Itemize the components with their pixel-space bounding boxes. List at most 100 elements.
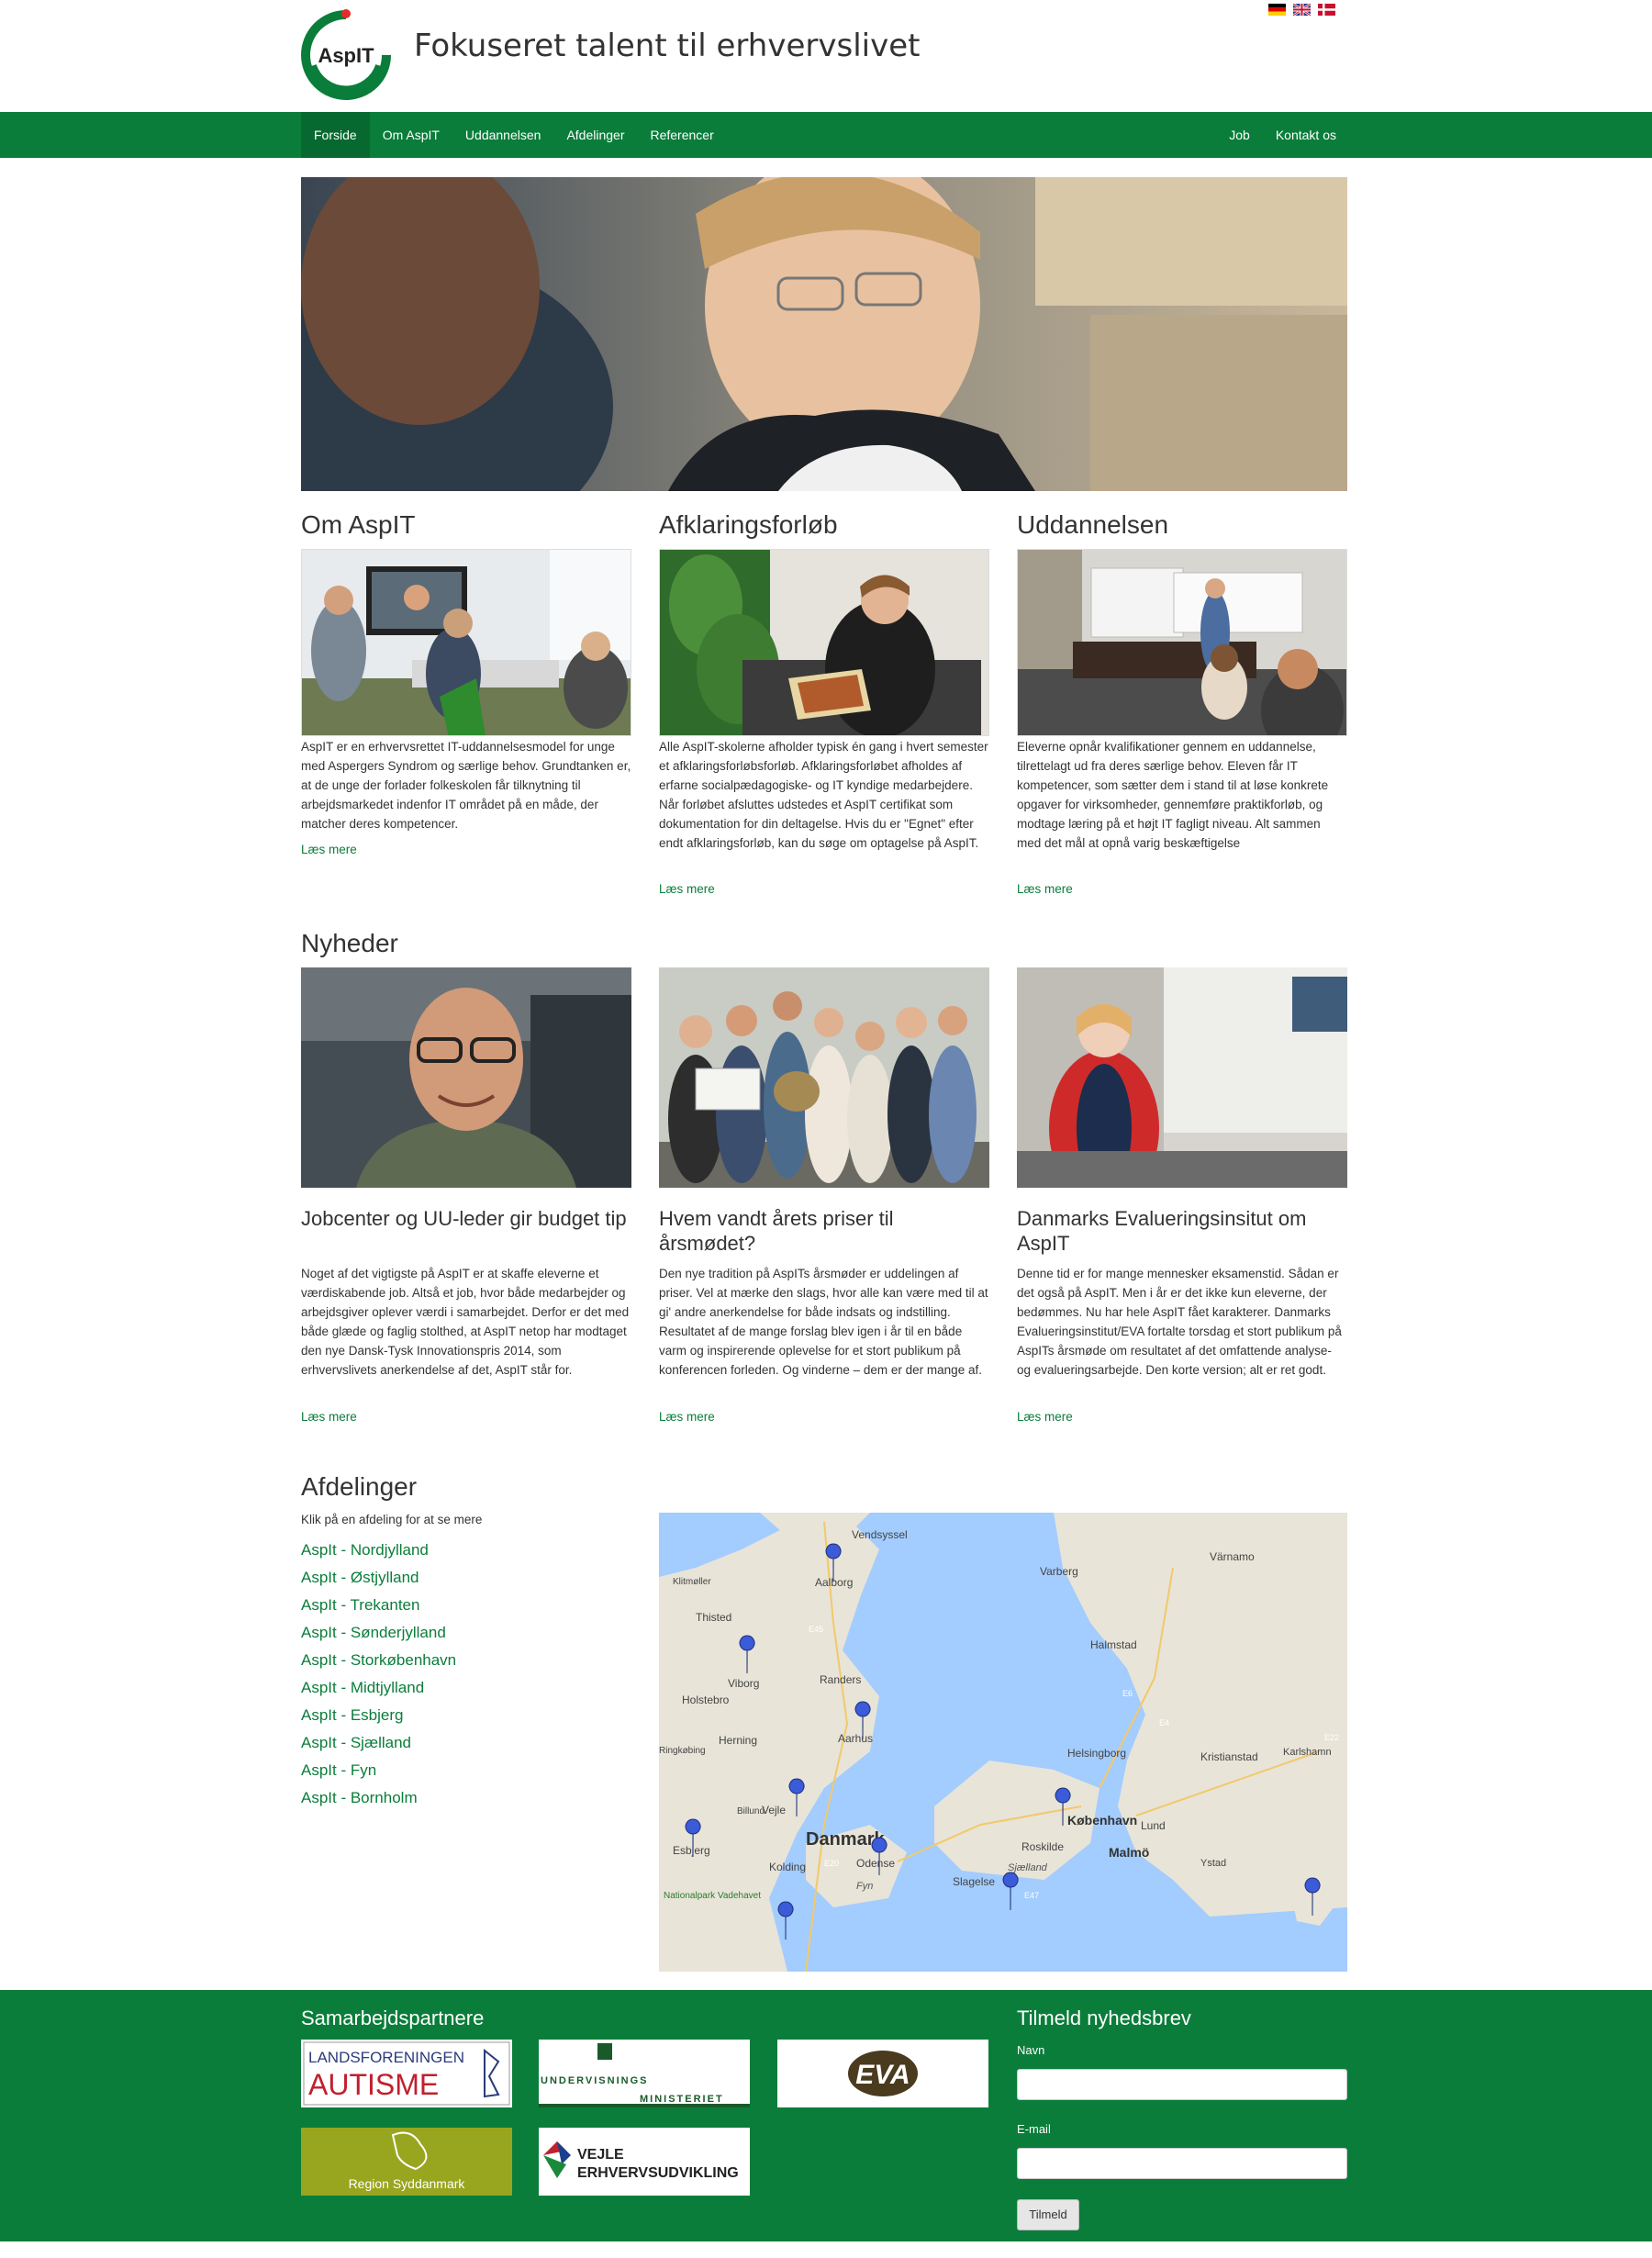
- svg-text:Region Syddanmark: Region Syddanmark: [349, 2176, 466, 2191]
- svg-text:EVA: EVA: [855, 2060, 910, 2090]
- svg-text:AUTISME: AUTISME: [308, 2068, 439, 2101]
- svg-text:Sjælland: Sjælland: [1008, 1862, 1048, 1873]
- svg-text:Lund: Lund: [1141, 1819, 1166, 1832]
- nav-referencer[interactable]: Referencer: [637, 112, 726, 158]
- svg-text:VEJLE: VEJLE: [577, 2147, 624, 2163]
- om-aspit-more-link[interactable]: Læs mere: [301, 843, 357, 856]
- svg-text:E22: E22: [1324, 1733, 1339, 1742]
- svg-text:København: København: [1067, 1813, 1137, 1828]
- news-item-title-2[interactable]: Hvem vandt årets priser til årsmødet?: [659, 1206, 989, 1256]
- news-item-text-3: Denne tid er for mange mennesker eksamen…: [1017, 1267, 1342, 1377]
- partner-undervisningsministeriet-logo[interactable]: UNDERVISNINGS MINISTERIET: [539, 2040, 750, 2107]
- afklaring-more-link[interactable]: Læs mere: [659, 882, 715, 896]
- svg-text:E20: E20: [824, 1859, 839, 1868]
- uddannelsen-title: Uddannelsen: [1017, 510, 1169, 539]
- svg-text:Randers: Randers: [820, 1673, 861, 1686]
- svg-text:UNDERVISNINGS: UNDERVISNINGS: [541, 2075, 648, 2086]
- news-image-2[interactable]: [659, 967, 989, 1188]
- afklaring-text: Alle AspIT-skolerne afholder typisk én g…: [659, 740, 988, 850]
- afdeling-link-bornholm[interactable]: AspIt - Bornholm: [301, 1784, 456, 1812]
- site-header: AspIT Fokuseret talent til erhvervslivet: [0, 0, 1652, 112]
- svg-text:E4: E4: [1159, 1718, 1169, 1727]
- afdelinger-list: AspIt - Nordjylland AspIt - Østjylland A…: [301, 1537, 456, 1812]
- svg-text:Vejle: Vejle: [762, 1804, 786, 1816]
- afdeling-link-storkobenhavn[interactable]: AspIt - Storkøbenhavn: [301, 1647, 456, 1674]
- nav-kontakt[interactable]: Kontakt os: [1263, 112, 1349, 158]
- news-item-more-link-1[interactable]: Læs mere: [301, 1410, 357, 1424]
- newsletter-email-input[interactable]: [1017, 2148, 1347, 2179]
- svg-text:Nationalpark Vadehavet: Nationalpark Vadehavet: [664, 1891, 761, 1901]
- nav-afdelinger[interactable]: Afdelinger: [553, 112, 637, 158]
- svg-text:Vendsyssel: Vendsyssel: [852, 1528, 908, 1541]
- afklaring-title: Afklaringsforløb: [659, 510, 838, 539]
- svg-text:Halmstad: Halmstad: [1090, 1638, 1137, 1651]
- svg-text:Viborg: Viborg: [728, 1677, 759, 1690]
- svg-text:Aarhus: Aarhus: [838, 1732, 873, 1745]
- afdelinger-title: Afdelinger: [301, 1472, 418, 1501]
- afdeling-link-midtjylland[interactable]: AspIt - Midtjylland: [301, 1674, 456, 1702]
- svg-text:MINISTERIET: MINISTERIET: [640, 2094, 724, 2105]
- svg-text:Malmö: Malmö: [1109, 1845, 1149, 1860]
- nav-uddannelsen[interactable]: Uddannelsen: [452, 112, 554, 158]
- om-aspit-title: Om AspIT: [301, 510, 416, 539]
- om-aspit-image[interactable]: [301, 549, 631, 736]
- svg-text:Billund: Billund: [737, 1806, 765, 1816]
- news-image-1[interactable]: [301, 967, 631, 1188]
- partner-eva-logo[interactable]: EVA: [777, 2040, 988, 2107]
- aspit-logo[interactable]: AspIT: [300, 9, 392, 101]
- news-item-more-link-2[interactable]: Læs mere: [659, 1410, 715, 1424]
- newsletter-name-input[interactable]: [1017, 2069, 1347, 2100]
- svg-text:Kolding: Kolding: [769, 1861, 806, 1873]
- afdeling-link-fyn[interactable]: AspIt - Fyn: [301, 1757, 456, 1784]
- newsletter-submit-button[interactable]: Tilmeld: [1017, 2199, 1079, 2230]
- afdeling-link-ostjylland[interactable]: AspIt - Østjylland: [301, 1564, 456, 1592]
- flag-dk-icon[interactable]: [1318, 4, 1335, 16]
- nav-job[interactable]: Job: [1216, 112, 1263, 158]
- news-item-title-1[interactable]: Jobcenter og UU-leder gir budget tip: [301, 1206, 631, 1231]
- news-title: Nyheder: [301, 929, 398, 957]
- news-item-title-3[interactable]: Danmarks Evalueringsinsitut om AspIT: [1017, 1206, 1347, 1256]
- uddannelsen-text: Eleverne opnår kvalifikationer gennem en…: [1017, 740, 1329, 850]
- news-item-more-link-3[interactable]: Læs mere: [1017, 1410, 1073, 1424]
- flag-de-icon[interactable]: [1268, 4, 1286, 16]
- site-tagline: Fokuseret talent til erhvervslivet: [414, 28, 921, 64]
- svg-text:Ystad: Ystad: [1200, 1858, 1226, 1869]
- main-navigation: Forside Om AspIT Uddannelsen Afdelinger …: [0, 112, 1652, 158]
- om-aspit-text: AspIT er en erhvervsrettet IT-uddannelse…: [301, 740, 631, 831]
- nav-forside[interactable]: Forside: [301, 112, 370, 158]
- partners-title: Samarbejdspartnere: [301, 2006, 485, 2029]
- newsletter-title: Tilmeld nyhedsbrev: [1017, 2006, 1191, 2029]
- svg-text:Helsingborg: Helsingborg: [1067, 1747, 1126, 1760]
- afdeling-link-nordjylland[interactable]: AspIt - Nordjylland: [301, 1537, 456, 1564]
- afdeling-link-sjaelland[interactable]: AspIt - Sjælland: [301, 1729, 456, 1757]
- hero-image: [301, 177, 1347, 491]
- svg-text:E6: E6: [1122, 1689, 1133, 1698]
- nav-om-aspit[interactable]: Om AspIT: [370, 112, 452, 158]
- news-image-3[interactable]: [1017, 967, 1347, 1188]
- afklaring-image[interactable]: [659, 549, 989, 736]
- svg-text:Holstebro: Holstebro: [682, 1694, 730, 1706]
- afdeling-link-esbjerg[interactable]: AspIt - Esbjerg: [301, 1702, 456, 1729]
- partner-region-syddanmark-logo[interactable]: Region Syddanmark: [301, 2128, 512, 2196]
- flag-uk-icon[interactable]: [1293, 4, 1311, 16]
- svg-text:Esbjerg: Esbjerg: [673, 1844, 710, 1857]
- afdeling-link-trekanten[interactable]: AspIt - Trekanten: [301, 1592, 456, 1619]
- svg-text:Fyn: Fyn: [856, 1881, 873, 1892]
- uddannelsen-more-link[interactable]: Læs mere: [1017, 882, 1073, 896]
- uddannelsen-image[interactable]: [1017, 549, 1347, 736]
- svg-text:Värnamo: Värnamo: [1210, 1550, 1255, 1563]
- partner-vejle-erhvervsudvikling-logo[interactable]: VEJLE ERHVERVSUDVIKLING: [539, 2128, 750, 2196]
- svg-text:E47: E47: [1024, 1891, 1039, 1900]
- newsletter-email-label: E-mail: [1017, 2122, 1051, 2136]
- newsletter-name-label: Navn: [1017, 2043, 1045, 2057]
- afdeling-link-sonderjylland[interactable]: AspIt - Sønderjylland: [301, 1619, 456, 1647]
- svg-text:E45: E45: [809, 1625, 823, 1634]
- news-item-text-2: Den nye tradition på AspITs årsmøder er …: [659, 1267, 988, 1377]
- afdelinger-subtitle: Klik på en afdeling for at se mere: [301, 1513, 483, 1526]
- partner-autisme-logo[interactable]: LANDSFORENINGEN AUTISME: [301, 2040, 512, 2107]
- svg-text:AspIT: AspIT: [318, 44, 374, 67]
- svg-text:Roskilde: Roskilde: [1021, 1840, 1064, 1853]
- svg-text:Slagelse: Slagelse: [953, 1875, 995, 1888]
- afdelinger-map[interactable]: Vendsyssel Aalborg Klitmøller Thisted Vi…: [659, 1513, 1347, 1972]
- svg-text:Karlshamn: Karlshamn: [1283, 1747, 1332, 1758]
